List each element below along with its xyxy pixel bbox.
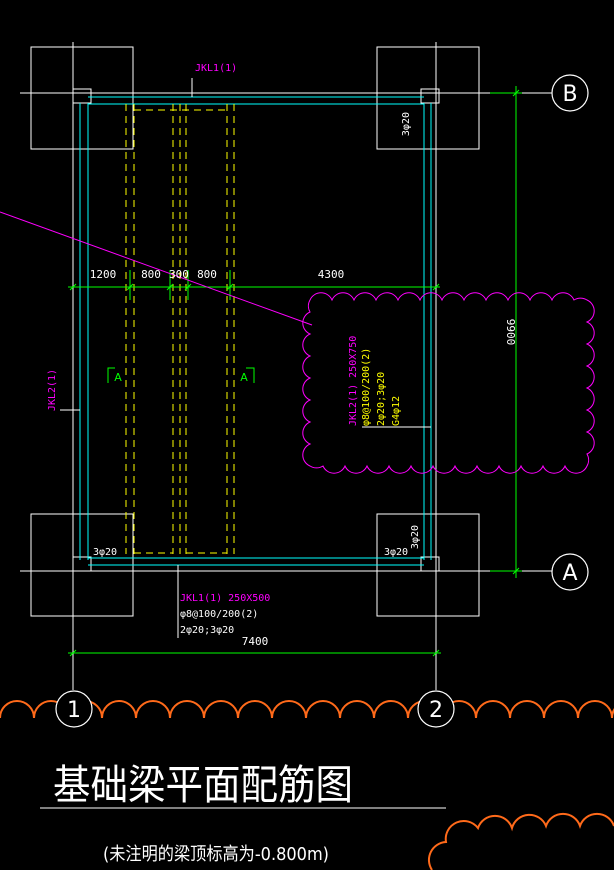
beam-label-jkl1-top: JKL1(1) <box>195 63 237 74</box>
dim-text-4300: 4300 <box>318 268 345 281</box>
beam-note-jkl2-bars: 2φ20;3φ20 <box>376 372 387 426</box>
revision-cloud <box>302 292 595 474</box>
beam-label-jkl1-bottom-1: JKL1(1) 250X500 <box>180 593 270 604</box>
beam-note-jkl1-stirrups: φ8@100/200(2) <box>180 609 258 620</box>
grid-label-B: B <box>562 82 577 107</box>
column-cap-top-right <box>376 46 480 150</box>
beam-note-jkl1-bars: 2φ20;3φ20 <box>180 625 234 636</box>
dim-text-7400: 7400 <box>242 635 269 648</box>
beam-note-jkl2-side: G4φ12 <box>391 396 402 426</box>
beams <box>79 96 432 566</box>
strip-footings <box>125 104 235 554</box>
columns <box>72 88 440 572</box>
rebar-top-right: 3φ20 <box>401 112 412 136</box>
column-cap-top-left <box>30 46 134 150</box>
dim-text-800b: 800 <box>197 268 217 281</box>
dim-text-9900: 9900 <box>504 319 517 346</box>
beam-label-jkl2-note-1: JKL2(1) 250X750 <box>348 336 359 426</box>
rebar-bottom-left: 3φ20 <box>93 547 117 558</box>
cad-drawing: B A 1 2 1200 800 300 800 4300 7400 9900 … <box>0 42 614 870</box>
section-label-right: A <box>240 371 248 384</box>
section-label-left: A <box>114 371 122 384</box>
rebar-bottom-right-v: 3φ20 <box>410 525 421 549</box>
grid-label-1: 1 <box>67 698 81 723</box>
drawing-subtitle: (未注明的梁顶标高为-0.800m) <box>103 844 329 865</box>
grid-lines <box>20 42 552 690</box>
grid-label-A: A <box>562 561 577 586</box>
grid-label-2: 2 <box>429 698 443 723</box>
grid-bubbles <box>55 74 589 728</box>
beam-label-jkl2-left: JKL2(1) <box>47 369 58 411</box>
dim-text-1200: 1200 <box>90 268 117 281</box>
column-top-left <box>72 88 92 104</box>
dim-text-300: 300 <box>169 268 189 281</box>
beam-note-jkl2-stirrups: φ8@100/200(2) <box>361 348 372 426</box>
orange-cloud-corner <box>427 812 614 870</box>
dim-text-800a: 800 <box>141 268 161 281</box>
drawing-title: 基础梁平面配筋图 <box>53 761 353 809</box>
rebar-bottom-right-h: 3φ20 <box>384 547 408 558</box>
